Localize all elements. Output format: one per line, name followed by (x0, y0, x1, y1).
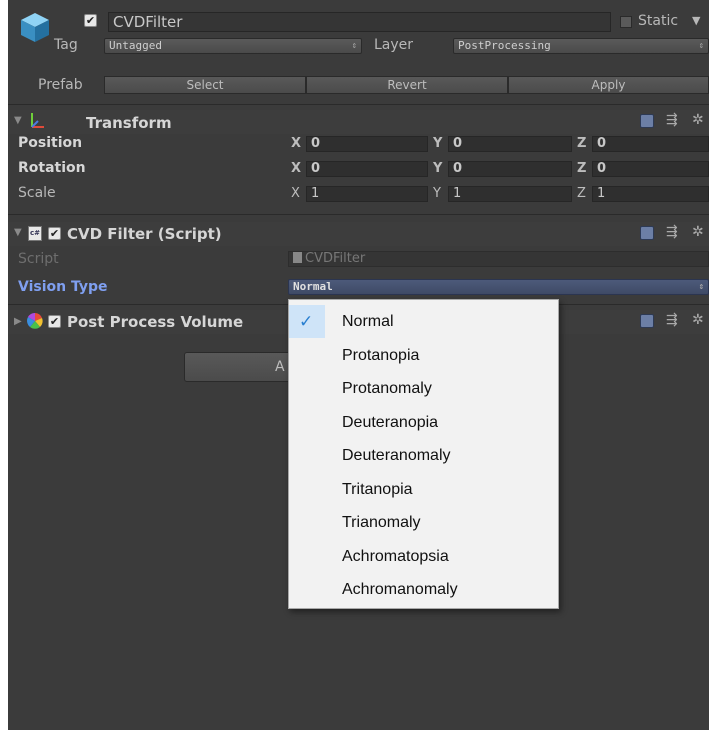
foldout-arrow-icon[interactable]: ▼ (14, 115, 22, 126)
menu-item-protanopia[interactable]: Protanopia (289, 339, 558, 372)
gear-icon[interactable]: ✲ (692, 224, 704, 240)
menu-item-label: Protanomaly (342, 380, 432, 397)
prefab-select-button[interactable]: Select (104, 76, 306, 94)
menu-item-deuteranomaly[interactable]: Deuteranomaly (289, 439, 558, 472)
vision-type-dropdown[interactable]: Normal ⇕ (288, 279, 709, 295)
gear-icon[interactable]: ✲ (692, 312, 704, 328)
vision-type-menu: ✓ Normal Protanopia Protanomaly Deuteranopia… (288, 299, 559, 609)
prefab-revert-button[interactable]: Revert (306, 76, 508, 94)
script-label: Script (18, 251, 59, 267)
menu-item-deuteranopia[interactable]: Deuteranopia (289, 406, 558, 439)
axis-y-label[interactable]: Y (433, 186, 441, 201)
selected-indicator: ✓ (289, 305, 325, 338)
cube-icon (18, 10, 52, 44)
layer-dropdown[interactable]: PostProcessing ⇕ (453, 38, 709, 54)
layer-value: PostProcessing (458, 39, 551, 52)
script-field: CVDFilter (288, 251, 709, 267)
prefab-label: Prefab (38, 77, 83, 93)
tag-dropdown[interactable]: Untagged ⇕ (104, 38, 362, 54)
axis-x-label[interactable]: X (291, 186, 300, 201)
help-icon[interactable] (640, 114, 654, 128)
script-icon: c# (28, 226, 42, 241)
preset-icon[interactable]: ⇶ (666, 312, 678, 328)
menu-item-label: Achromanomaly (342, 581, 458, 598)
scale-label: Scale (18, 185, 56, 201)
tag-value: Untagged (109, 39, 162, 52)
position-label: Position (18, 135, 83, 151)
transform-header[interactable]: ▼ Transform ⇶ ✲ (8, 110, 709, 134)
position-z-field[interactable]: 0 (592, 136, 709, 152)
preset-icon[interactable]: ⇶ (666, 224, 678, 240)
axis-x-label[interactable]: X (291, 136, 301, 151)
script-file-icon (293, 252, 302, 263)
help-icon[interactable] (640, 314, 654, 328)
static-dropdown-arrow[interactable]: ▼ (692, 14, 700, 27)
scale-z-field[interactable]: 1 (592, 186, 709, 202)
vision-type-label: Vision Type (18, 279, 108, 295)
axis-z-label[interactable]: Z (577, 136, 586, 151)
menu-item-label: Achromatopsia (342, 547, 449, 565)
layer-dropdown-arrow: ⇕ (698, 41, 704, 51)
vision-type-dropdown-arrow: ⇕ (698, 282, 704, 292)
menu-item-normal[interactable]: ✓ Normal (289, 305, 558, 338)
separator (8, 214, 709, 215)
menu-item-achromanomaly[interactable]: Achromanomaly (289, 573, 558, 606)
static-label[interactable]: Static (638, 13, 678, 29)
menu-item-label: Deuteranomaly (342, 447, 451, 464)
vision-type-value: Normal (293, 280, 333, 293)
axis-z-label[interactable]: Z (577, 186, 586, 201)
component-enabled-checkbox[interactable]: ✔ (48, 315, 61, 328)
cvd-filter-title: CVD Filter (Script) (67, 225, 222, 243)
axis-y-label[interactable]: Y (433, 136, 442, 151)
cvd-filter-header[interactable]: ▼ c# ✔ CVD Filter (Script) ⇶ ✲ (8, 222, 709, 246)
menu-item-label: Protanopia (342, 346, 420, 364)
separator (8, 104, 709, 105)
menu-item-protanomaly[interactable]: Protanomaly (289, 372, 558, 405)
position-y-field[interactable]: 0 (448, 136, 572, 152)
menu-item-achromatopsia[interactable]: Achromatopsia (289, 540, 558, 573)
menu-item-label: Normal (342, 313, 394, 330)
rotation-y-field[interactable]: 0 (448, 161, 572, 177)
prefab-apply-button[interactable]: Apply (508, 76, 709, 94)
static-checkbox[interactable] (620, 16, 632, 28)
scale-x-field[interactable]: 1 (306, 186, 428, 202)
transform-axes-icon (28, 111, 46, 131)
checkmark-icon: ✓ (299, 312, 314, 331)
post-process-title: Post Process Volume (67, 313, 244, 331)
rotation-x-field[interactable]: 0 (306, 161, 428, 177)
menu-item-label: Deuteranopia (342, 413, 439, 431)
preset-icon[interactable]: ⇶ (666, 112, 678, 128)
axis-y-label[interactable]: Y (433, 161, 442, 176)
foldout-arrow-icon[interactable]: ▶ (14, 316, 22, 327)
rotation-label: Rotation (18, 160, 86, 176)
menu-item-label: Trianomaly (342, 514, 421, 531)
post-process-icon (26, 312, 44, 330)
menu-item-label: Tritanopia (342, 480, 413, 498)
position-x-field[interactable]: 0 (306, 136, 428, 152)
scale-y-field[interactable]: 1 (448, 186, 572, 202)
transform-title: Transform (86, 114, 172, 132)
active-checkbox[interactable]: ✔ (84, 14, 97, 27)
menu-item-trianomaly[interactable]: Trianomaly (289, 506, 558, 539)
axis-x-label[interactable]: X (291, 161, 301, 176)
name-field[interactable]: CVDFilter (108, 12, 611, 32)
add-component-label: A (275, 359, 285, 375)
help-icon[interactable] (640, 226, 654, 240)
layer-label: Layer (374, 37, 414, 53)
tag-label: Tag (54, 37, 78, 53)
component-enabled-checkbox[interactable]: ✔ (48, 227, 61, 240)
tag-dropdown-arrow: ⇕ (351, 41, 357, 51)
menu-item-tritanopia[interactable]: Tritanopia (289, 473, 558, 506)
rotation-z-field[interactable]: 0 (592, 161, 709, 177)
gear-icon[interactable]: ✲ (692, 112, 704, 128)
script-value: CVDFilter (305, 251, 366, 266)
foldout-arrow-icon[interactable]: ▼ (14, 227, 22, 238)
axis-z-label[interactable]: Z (577, 161, 586, 176)
